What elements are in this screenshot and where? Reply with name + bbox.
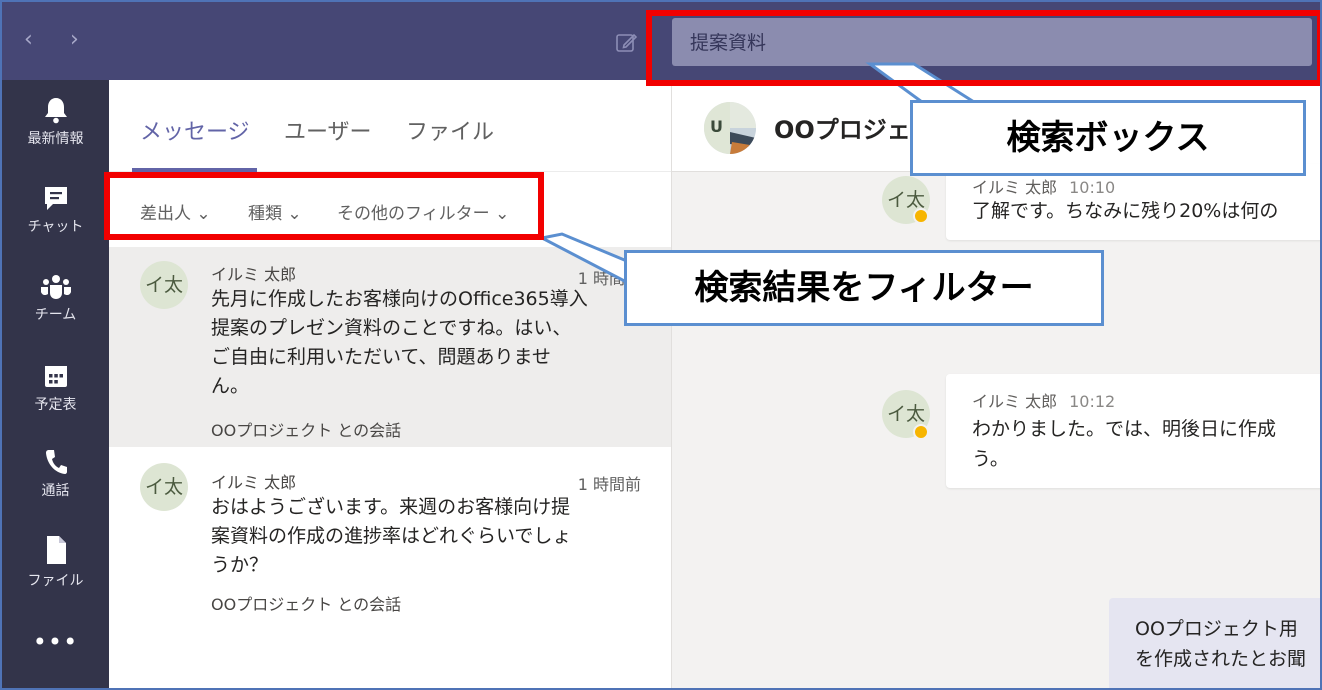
search-box-callout: 検索ボックス — [910, 100, 1306, 176]
filter-callout: 検索結果をフィルター — [624, 250, 1104, 326]
search-box-highlight — [646, 10, 1320, 86]
teams-window: ‹ › 提案資料 最新情報 チャット チーム 予定表 通話 ファイル ••• メ… — [0, 0, 1322, 690]
filter-bar-highlight — [104, 172, 544, 240]
